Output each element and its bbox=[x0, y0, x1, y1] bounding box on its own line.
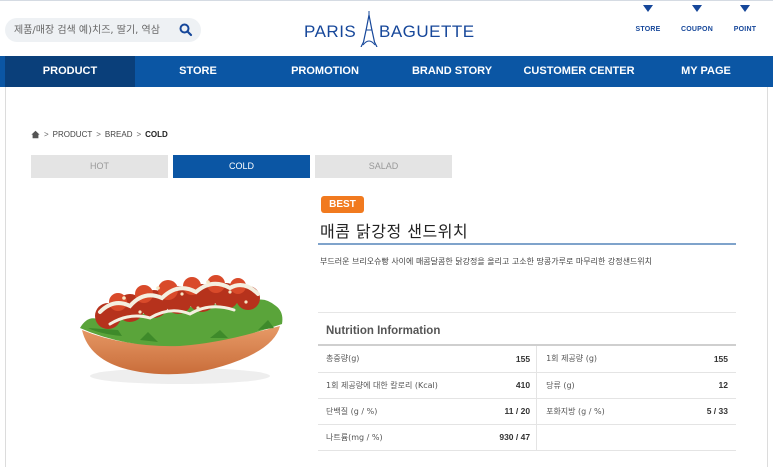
product-image bbox=[80, 275, 283, 384]
quick-link-label: STORE bbox=[635, 26, 661, 33]
search-icon bbox=[179, 23, 193, 37]
nutrition-section: Nutrition Information 총중량(g) 155 1회 제공량 … bbox=[318, 312, 736, 452]
nutrition-table: 총중량(g) 155 1회 제공량 (g) 155 1회 제공량에 대한 칼로리… bbox=[318, 346, 736, 451]
breadcrumb-separator: > bbox=[136, 130, 142, 139]
triangle-down-icon bbox=[643, 5, 653, 12]
nav-item-brand-story[interactable]: BRAND STORY bbox=[389, 56, 515, 87]
tab-hot[interactable]: HOT bbox=[31, 155, 168, 178]
best-badge: BEST bbox=[321, 196, 364, 213]
nutrition-label: 1회 제공량 (g) bbox=[536, 346, 637, 373]
search-button[interactable] bbox=[177, 21, 195, 39]
nav-item-store[interactable]: STORE bbox=[135, 56, 261, 87]
nav-item-promotion[interactable]: PROMOTION bbox=[261, 56, 389, 87]
breadcrumb-separator: > bbox=[44, 130, 49, 139]
nutrition-label: 포화지방 (g / %) bbox=[536, 398, 637, 425]
tab-cold[interactable]: COLD bbox=[173, 155, 310, 178]
triangle-down-icon bbox=[692, 5, 702, 12]
nutrition-label: 단백질 (g / %) bbox=[318, 398, 438, 425]
nutrition-value: 930 / 47 bbox=[437, 424, 537, 451]
eiffel-tower-icon bbox=[360, 11, 378, 47]
nav-item-product[interactable]: PRODUCT bbox=[5, 56, 135, 87]
home-icon[interactable] bbox=[31, 130, 40, 139]
triangle-down-icon bbox=[740, 5, 750, 12]
table-row: 1회 제공량에 대한 칼로리 (Kcal) 410 당류 (g) 12 bbox=[318, 372, 736, 399]
logo-word-right: BAGUETTE bbox=[379, 22, 475, 41]
nutrition-value: 155 bbox=[636, 346, 736, 373]
nutrition-label: 당류 (g) bbox=[536, 372, 637, 399]
quick-link-label: COUPON bbox=[681, 26, 713, 33]
nutrition-value: 5 / 33 bbox=[636, 398, 736, 425]
logo-word-left: PARIS bbox=[304, 22, 357, 41]
nav-item-customer-center[interactable]: CUSTOMER CENTER bbox=[515, 56, 643, 87]
breadcrumb-separator: > bbox=[96, 130, 101, 139]
tab-salad[interactable]: SALAD bbox=[315, 155, 452, 178]
nutrition-label: 나트륨(mg / %) bbox=[318, 424, 438, 451]
title-divider bbox=[318, 243, 736, 245]
quick-link-coupon[interactable]: COUPON bbox=[677, 5, 717, 39]
table-row: 단백질 (g / %) 11 / 20 포화지방 (g / %) 5 / 33 bbox=[318, 398, 736, 425]
nutrition-empty-cell bbox=[636, 424, 736, 451]
nutrition-label: 총중량(g) bbox=[318, 346, 438, 373]
breadcrumb-current: COLD bbox=[145, 130, 168, 139]
breadcrumb-item-product[interactable]: PRODUCT bbox=[53, 130, 93, 139]
quick-link-label: POINT bbox=[733, 26, 757, 33]
search-box bbox=[5, 18, 201, 42]
breadcrumb: > PRODUCT > BREAD > COLD bbox=[31, 130, 168, 139]
nutrition-value: 410 bbox=[437, 372, 537, 399]
search-input[interactable] bbox=[14, 21, 174, 39]
paris-baguette-logo[interactable]: PARIS BAGUETTE bbox=[300, 11, 475, 47]
nutrition-value: 12 bbox=[636, 372, 736, 399]
nutrition-title: Nutrition Information bbox=[326, 325, 441, 337]
product-title: 매콤 닭강정 샌드위치 bbox=[320, 222, 469, 241]
quick-link-store[interactable]: STORE bbox=[628, 5, 668, 39]
nutrition-value: 11 / 20 bbox=[437, 398, 537, 425]
nutrition-label: 1회 제공량에 대한 칼로리 (Kcal) bbox=[318, 372, 438, 399]
quick-link-point[interactable]: POINT bbox=[725, 5, 765, 39]
top-header: PARIS BAGUETTE STORE COUPON POINT bbox=[0, 0, 773, 56]
nav-item-my-page[interactable]: MY PAGE bbox=[643, 56, 769, 87]
product-description: 부드러운 브리오슈빵 사이에 매콤달콤한 닭강정을 올리고 고소한 땅콩가루로 … bbox=[320, 257, 653, 266]
nutrition-value: 155 bbox=[437, 346, 537, 373]
table-row: 총중량(g) 155 1회 제공량 (g) 155 bbox=[318, 346, 736, 373]
breadcrumb-item-bread[interactable]: BREAD bbox=[105, 130, 133, 139]
main-nav: PRODUCT STORE PROMOTION BRAND STORY CUST… bbox=[0, 56, 773, 87]
nutrition-empty-cell bbox=[536, 424, 637, 451]
table-row: 나트륨(mg / %) 930 / 47 bbox=[318, 424, 736, 451]
